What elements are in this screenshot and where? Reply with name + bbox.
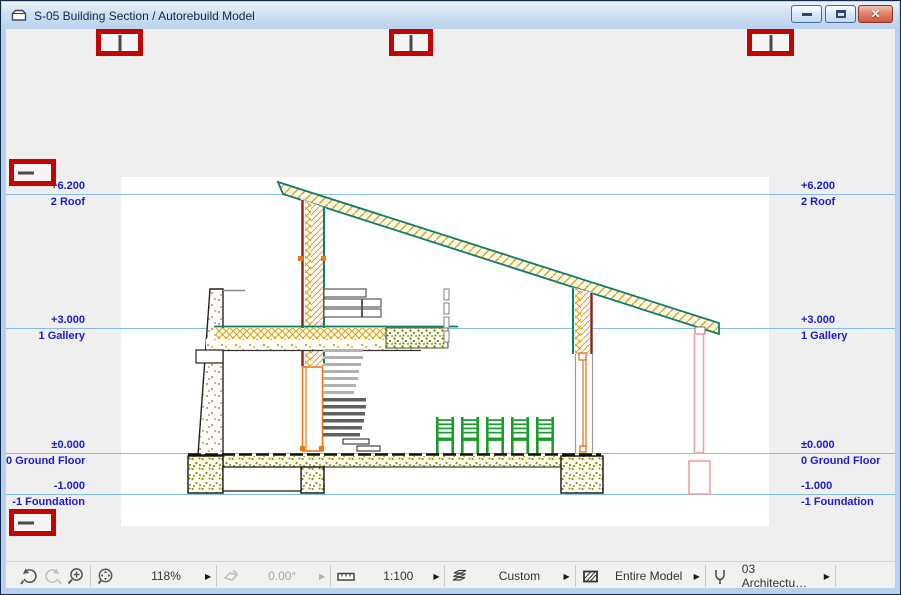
rotation-flyout-arrow[interactable]: ▶ — [317, 572, 327, 581]
section-line-icon — [118, 35, 121, 51]
window-title: S-05 Building Section / Autorebuild Mode… — [34, 9, 255, 23]
pen-set-flyout-arrow[interactable]: ▶ — [561, 572, 571, 581]
close-icon: ✕ — [870, 8, 880, 20]
rotation-button[interactable] — [220, 565, 243, 588]
level-name: -1 Foundation — [6, 496, 85, 508]
maximize-icon — [836, 10, 846, 18]
level-name: 1 Gallery — [801, 330, 895, 342]
magnifier-plus-icon — [66, 567, 85, 586]
zoom-level-value[interactable]: 118% — [129, 569, 203, 583]
level-elevation: +3.000 — [801, 314, 895, 326]
building-section-icon — [11, 9, 27, 22]
curved-arrow-right-icon — [43, 567, 62, 586]
curved-arrow-left-icon — [20, 567, 39, 586]
level-name: 0 Ground Floor — [801, 455, 895, 467]
zoom-previous-button[interactable] — [18, 565, 41, 588]
model-filter-button[interactable] — [579, 565, 602, 588]
level-name: 0 Ground Floor — [6, 455, 85, 467]
model-filter-flyout-arrow[interactable]: ▶ — [692, 572, 702, 581]
separator — [330, 565, 331, 587]
section-marker-selection-top-middle[interactable] — [389, 29, 433, 56]
layer-combination-button[interactable] — [709, 565, 732, 588]
magnifier-arrows-icon — [96, 567, 115, 586]
level-elevation: +3.000 — [6, 314, 85, 326]
section-line-icon — [18, 521, 34, 524]
section-line-icon — [18, 171, 34, 174]
zoom-flyout-arrow[interactable]: ▶ — [203, 572, 213, 581]
level-name: -1 Foundation — [801, 496, 895, 508]
section-marker-selection-top-right[interactable] — [747, 29, 794, 56]
level-elevation: -1.000 — [801, 480, 895, 492]
zoom-in-button[interactable] — [64, 565, 87, 588]
close-button[interactable]: ✕ — [858, 5, 893, 23]
level-elevation: ±0.000 — [801, 439, 895, 451]
fit-in-window-button[interactable] — [94, 565, 117, 588]
model-filter-value[interactable]: Entire Model — [606, 569, 692, 583]
drawing-area[interactable]: +6.200 2 Roof +3.000 1 Gallery ±0.000 0 … — [6, 29, 895, 588]
section-line-icon — [410, 35, 413, 51]
level-elevation: -1.000 — [6, 480, 85, 492]
level-elevation: ±0.000 — [6, 439, 85, 451]
section-marker-selection-left-upper[interactable] — [9, 159, 56, 186]
separator — [90, 565, 91, 587]
section-marker-selection-left-lower[interactable] — [9, 509, 56, 536]
zoom-next-button[interactable] — [41, 565, 64, 588]
rotate-plane-icon — [222, 567, 241, 586]
separator — [444, 565, 445, 587]
level-elevation: +6.200 — [801, 180, 895, 192]
layer-combination-flyout-arrow[interactable]: ▶ — [822, 572, 832, 581]
separator — [835, 565, 836, 587]
scale-flyout-arrow[interactable]: ▶ — [431, 572, 441, 581]
level-name: 1 Gallery — [6, 330, 85, 342]
layer-stack-icon — [450, 567, 470, 586]
minimize-icon — [802, 13, 812, 16]
layer-combination-value[interactable]: 03 Architectu… — [736, 562, 822, 588]
fork-icon — [712, 567, 728, 586]
separator — [575, 565, 576, 587]
pen-set-value[interactable]: Custom — [477, 569, 561, 583]
section-marker-selection-top-left[interactable] — [96, 29, 143, 56]
maximize-button[interactable] — [825, 5, 856, 23]
rotation-value[interactable]: 0.00° — [247, 569, 317, 583]
quick-options-bar: 118% ▶ 0.00° ▶ 1:100 — [6, 561, 895, 588]
level-name: 2 Roof — [6, 196, 85, 208]
hatched-square-icon — [581, 567, 600, 586]
separator — [705, 565, 706, 587]
scale-value[interactable]: 1:100 — [365, 569, 431, 583]
building-section-drawing[interactable] — [121, 177, 769, 526]
scale-button[interactable] — [334, 565, 357, 588]
separator — [216, 565, 217, 587]
pen-set-button[interactable] — [448, 565, 471, 588]
section-window: S-05 Building Section / Autorebuild Mode… — [0, 0, 901, 595]
section-line-icon — [769, 35, 772, 51]
title-bar[interactable]: S-05 Building Section / Autorebuild Mode… — [2, 2, 899, 29]
minimize-button[interactable] — [791, 5, 822, 23]
ruler-icon — [336, 567, 356, 586]
level-name: 2 Roof — [801, 196, 895, 208]
